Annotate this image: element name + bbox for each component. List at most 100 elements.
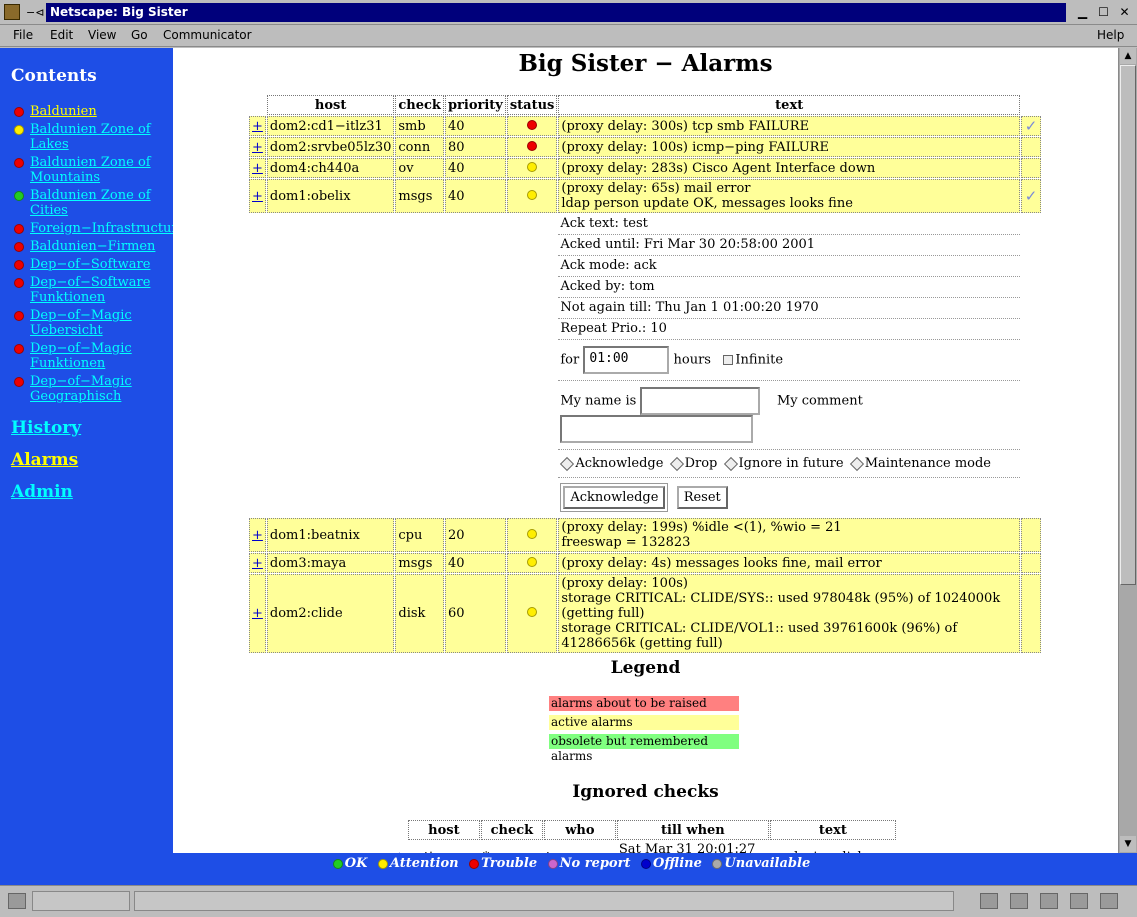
col-host: host: [266, 95, 395, 115]
radio-ignore-in-future[interactable]: [723, 456, 738, 471]
acknowledged-check-icon[interactable]: ✓: [1021, 179, 1041, 213]
nav-admin[interactable]: Admin: [11, 482, 173, 502]
legend-active: active alarms: [549, 715, 739, 730]
expand-link[interactable]: +: [249, 553, 266, 573]
mailbox-icon[interactable]: [1010, 893, 1028, 909]
sidebar-item[interactable]: Dep−of−Magic Uebersicht: [11, 308, 173, 338]
expand-link[interactable]: +: [249, 158, 266, 178]
empty-cell: [1021, 137, 1041, 157]
status-message-box: [134, 891, 954, 911]
radio-acknowledge[interactable]: [560, 456, 575, 471]
sidebar-item[interactable]: Baldunien Zone of Mountains: [11, 155, 173, 185]
scroll-down-icon[interactable]: ▼: [1120, 836, 1136, 852]
sidebar-item-label[interactable]: Baldunien Zone of Lakes: [30, 122, 151, 152]
status-cell: [506, 158, 558, 178]
infinite-checkbox[interactable]: [723, 355, 734, 365]
status-dot-icon: [527, 161, 538, 172]
acknowledged-check-icon[interactable]: ✓: [1021, 116, 1041, 136]
text-cell: (proxy delay: 100s) storage CRITICAL: CLI…: [558, 574, 1020, 653]
discussion-icon[interactable]: [1040, 893, 1058, 909]
scroll-up-icon[interactable]: ▲: [1120, 48, 1136, 64]
acknowledge-button[interactable]: Acknowledge: [563, 486, 666, 509]
sidebar-item-label[interactable]: Baldunien Zone of Mountains: [30, 155, 151, 185]
ack-mode-row: Acknowledge Drop Ignore in future Mainte…: [558, 450, 1020, 478]
expand-link[interactable]: +: [392, 841, 407, 854]
unavailable-dot-icon: [712, 858, 723, 869]
sidebar-item[interactable]: Baldunien Zone of Cities: [11, 188, 173, 218]
minimize-icon[interactable]: ▁: [1074, 4, 1091, 21]
sidebar-item-label[interactable]: Baldunien−Firmen: [30, 239, 155, 254]
my-name-input[interactable]: [640, 387, 761, 415]
text-cell: (proxy delay: 199s) %idle <(1), %wio = 2…: [558, 518, 1020, 552]
netscape-app-icon[interactable]: [4, 4, 20, 20]
pin-icon[interactable]: −⊲: [26, 6, 44, 19]
sidebar-item-label[interactable]: Dep−of−Software Funktionen: [30, 275, 150, 305]
sidebar-item-label[interactable]: Dep−of−Software: [30, 257, 150, 272]
status-dot-icon: [14, 191, 24, 201]
edit-page-icon[interactable]: [1100, 893, 1118, 909]
radio-maintenance-mode[interactable]: [849, 456, 864, 471]
maximize-icon[interactable]: ☐: [1095, 4, 1112, 21]
table-row: + dom2:clide disk 60 (proxy delay: 100s) stor…: [249, 574, 1041, 653]
expand-link[interactable]: +: [249, 574, 266, 653]
sidebar-item[interactable]: Dep−of−Software: [11, 257, 173, 272]
priority-cell: 40: [444, 553, 506, 573]
check-cell: msgs: [395, 179, 444, 213]
sidebar-item-label[interactable]: Dep−of−Magic Geographisch: [30, 374, 132, 404]
sidebar-item-label[interactable]: Foreign−Infrastructure: [30, 221, 185, 236]
sidebar-item-label[interactable]: Dep−of−Magic Funktionen: [30, 341, 132, 371]
expand-link[interactable]: +: [249, 518, 266, 552]
check-cell: conn: [395, 137, 444, 157]
host-cell: dom2:clide: [266, 574, 395, 653]
sidebar-item-label[interactable]: Baldunien Zone of Cities: [30, 188, 151, 218]
ack-detail: Acked until: Fri Mar 30 20:58:00 2001: [558, 235, 1020, 256]
menu-bar: File Edit View Go Communicator Help: [0, 25, 1137, 47]
sidebar-item-label[interactable]: Dep−of−Magic Uebersicht: [30, 308, 132, 338]
my-comment-input[interactable]: [560, 415, 754, 443]
sidebar-item-label[interactable]: Baldunien: [30, 104, 97, 119]
close-icon[interactable]: ✕: [1116, 4, 1133, 21]
ack-detail: Not again till: Thu Jan 1 01:00:20 1970: [558, 298, 1020, 319]
table-row: + dom3:maya msgs 40 (proxy delay: 4s) messag…: [249, 553, 1041, 573]
composer-icon[interactable]: [1070, 893, 1088, 909]
hours-input[interactable]: 01:00: [583, 346, 670, 374]
menu-go[interactable]: Go: [131, 28, 148, 42]
table-row: + dom1:obelix msgs 40 (proxy delay: 65s) mai…: [249, 179, 1041, 213]
menu-communicator[interactable]: Communicator: [163, 28, 252, 42]
text-cell: (proxy delay: 100s) icmp−ping FAILURE: [558, 137, 1020, 157]
status-dot-icon: [14, 260, 24, 270]
menu-file[interactable]: File: [13, 28, 33, 42]
expand-link[interactable]: +: [249, 137, 266, 157]
expand-link[interactable]: +: [249, 179, 266, 213]
sidebar-item[interactable]: Foreign−Infrastructure: [11, 221, 185, 236]
sidebar-item[interactable]: Dep−of−Software Funktionen: [11, 275, 173, 305]
sidebar-item[interactable]: Baldunien: [11, 104, 173, 119]
nav-history[interactable]: History: [11, 418, 173, 438]
security-lock-icon[interactable]: [8, 893, 26, 909]
scroll-thumb[interactable]: [1120, 65, 1136, 585]
sidebar-item[interactable]: Dep−of−Magic Funktionen: [11, 341, 173, 371]
sidebar-title: Contents: [11, 66, 97, 86]
sidebar: Contents Baldunien Baldunien Zone of Lake…: [0, 48, 185, 853]
navigator-icon[interactable]: [980, 893, 998, 909]
priority-cell: 40: [444, 179, 506, 213]
sidebar-item[interactable]: Baldunien−Firmen: [11, 239, 173, 254]
menu-help[interactable]: Help: [1097, 28, 1124, 42]
text-cell: (proxy delay: 4s) messages looks fine, m…: [558, 553, 1020, 573]
ack-buttons-row: Acknowledge Reset: [558, 478, 1020, 517]
trouble-dot-icon: [469, 858, 480, 869]
sidebar-item[interactable]: Dep−of−Magic Geographisch: [11, 374, 173, 404]
sidebar-item[interactable]: Baldunien Zone of Lakes: [11, 122, 173, 152]
radio-drop[interactable]: [669, 456, 684, 471]
host-cell: dom1:beatnix: [266, 518, 395, 552]
menu-view[interactable]: View: [88, 28, 116, 42]
expand-link[interactable]: +: [249, 116, 266, 136]
status-dot-icon: [14, 107, 24, 117]
menu-edit[interactable]: Edit: [50, 28, 73, 42]
vertical-scrollbar[interactable]: ▲ ▼: [1118, 48, 1137, 853]
main-content: Big Sister − Alarms host check priority …: [173, 48, 1118, 853]
nav-alarms[interactable]: Alarms: [11, 450, 173, 470]
reset-button[interactable]: Reset: [676, 486, 728, 509]
text-cell: (proxy delay: 65s) mail error ldap person…: [558, 179, 1020, 213]
host-cell: dom2:cd1−itlz31: [266, 116, 395, 136]
